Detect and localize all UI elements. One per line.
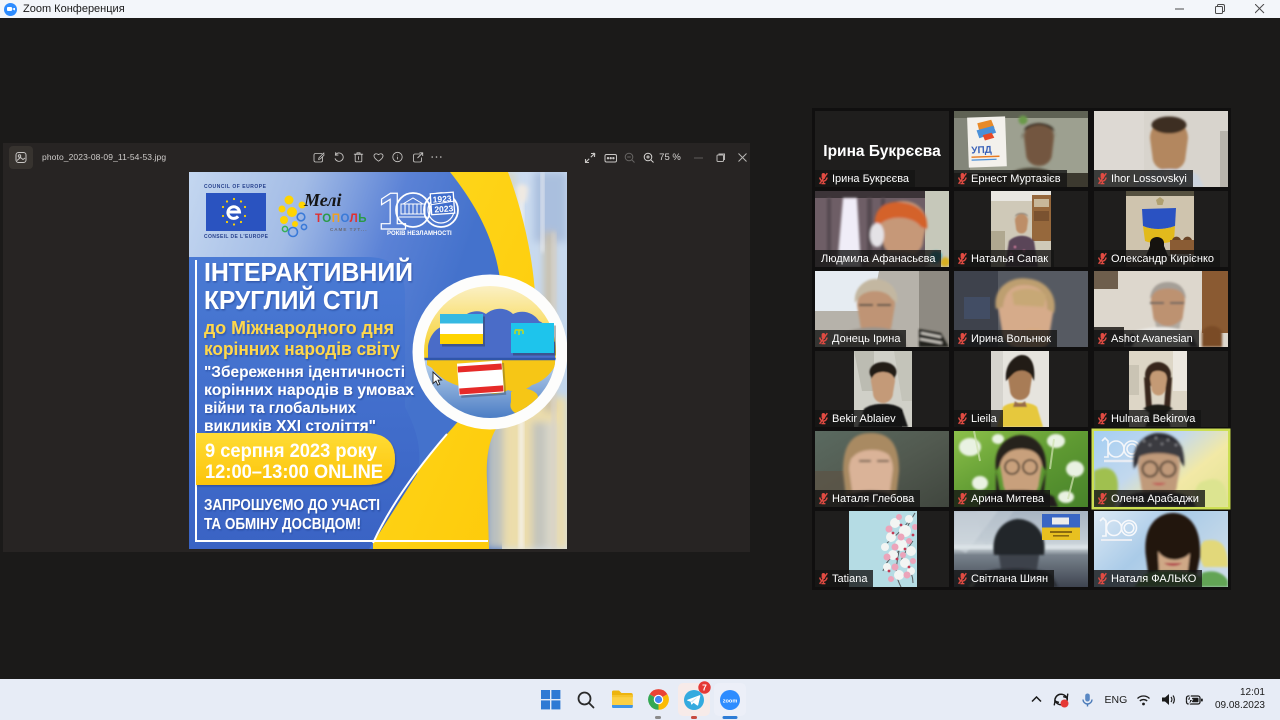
svg-text:ТА ОБМІНУ ДОСВІДОМ!: ТА ОБМІНУ ДОСВІДОМ!	[204, 516, 361, 533]
svg-text:УПД: УПД	[971, 145, 992, 157]
svg-text:"Збереження ідентичності: "Збереження ідентичності	[204, 364, 405, 381]
svg-text:війни та глобальних: війни та глобальних	[204, 400, 356, 417]
svg-text:ЗАПРОШУЄМО ДО УЧАСТІ: ЗАПРОШУЄМО ДО УЧАСТІ	[204, 497, 380, 514]
svg-text:САМЕ ТУТ...: САМЕ ТУТ...	[330, 227, 367, 232]
svg-text:CONSEIL DE L'EUROPE: CONSEIL DE L'EUROPE	[204, 234, 269, 240]
svg-text:COUNCIL OF EUROPE: COUNCIL OF EUROPE	[204, 184, 267, 190]
svg-text:7: 7	[702, 683, 707, 693]
svg-text:ТОПОЛЬ: ТОПОЛЬ	[315, 213, 367, 225]
svg-text:ІНТЕРАКТИВНИЙ: ІНТЕРАКТИВНИЙ	[204, 257, 413, 287]
svg-text:2023: 2023	[434, 203, 454, 214]
svg-text:zoom: zoom	[723, 698, 738, 704]
svg-text:Мелі: Мелі	[303, 190, 342, 210]
svg-text:до Міжнародного дня: до Міжнародного дня	[204, 317, 394, 338]
svg-text:корінних народів в умовах: корінних народів в умовах	[204, 382, 414, 399]
svg-text:12:00–13:00 ONLINE: 12:00–13:00 ONLINE	[205, 462, 383, 483]
svg-text:корінних народів світу: корінних народів світу	[204, 338, 401, 359]
svg-text:викликів ХХІ століття": викликів ХХІ століття"	[204, 418, 376, 435]
svg-text:РОКІВ НЕЗЛАМНОСТІ: РОКІВ НЕЗЛАМНОСТІ	[387, 231, 452, 237]
svg-text:9 серпня 2023 року: 9 серпня 2023 року	[205, 441, 377, 462]
svg-text:КРУГЛИЙ СТІЛ: КРУГЛИЙ СТІЛ	[204, 285, 379, 315]
